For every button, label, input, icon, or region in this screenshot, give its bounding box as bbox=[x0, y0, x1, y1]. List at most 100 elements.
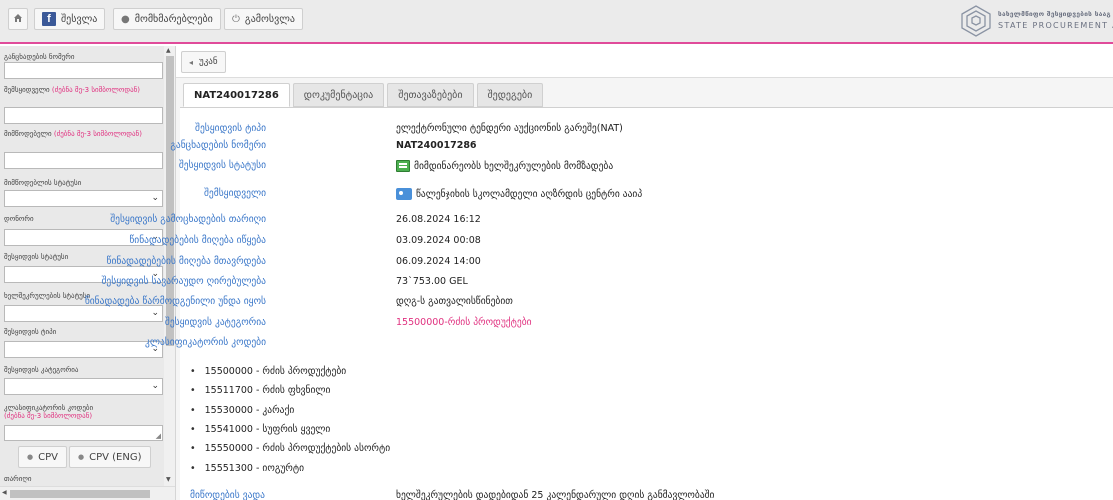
buyer-name[interactable]: წალენჯიხის სკოლამდელი აღზრდის ცენტრი ააი… bbox=[416, 189, 642, 200]
contract-status-select[interactable]: ⌄ bbox=[4, 305, 163, 322]
filter-sidebar: განცხადების ნომერი შემსყიდველი (ძებნა მე… bbox=[0, 46, 176, 500]
dot-icon: ● bbox=[27, 453, 34, 461]
resize-handle-icon[interactable]: ◢ bbox=[156, 432, 161, 440]
field-label-tender-number: განცხადების ნომერი bbox=[4, 53, 75, 61]
logo-english-text: STATE PROCUREMENT AGE bbox=[998, 21, 1113, 30]
category-select[interactable]: ⌄ bbox=[4, 378, 163, 395]
field-label-supplier-status: მიმწოდებლის სტატუსი bbox=[4, 179, 82, 187]
buyer-input[interactable] bbox=[4, 107, 163, 124]
field-label-date: თარიღი bbox=[4, 475, 32, 483]
detail-label: შესყიდვის სტატუსი bbox=[178, 160, 266, 171]
detail-label: შესყიდვის ტიპი bbox=[195, 123, 266, 134]
supplier-status-select[interactable]: ⌄ bbox=[4, 190, 163, 207]
logout-button[interactable]: ⏻ გამოსვლა bbox=[224, 8, 303, 30]
tab-documentation[interactable]: დოკუმენტაცია bbox=[292, 83, 385, 107]
detail-label: შესყიდვის სავარაუდო ღირებულება bbox=[101, 276, 267, 287]
field-label-donor: დონორი bbox=[4, 215, 34, 223]
detail-row: შესყიდვის სტატუსი მიმდინარეობს ხელშეკრულ… bbox=[178, 160, 940, 176]
login-label: შესვლა bbox=[61, 13, 98, 25]
detail-label: განცხადების ნომერი bbox=[170, 140, 266, 151]
classifier-codes-textarea[interactable]: ◢ bbox=[4, 425, 163, 441]
cpv-code-list: 15500000 - რძის პროდუქტები 15511700 - რძ… bbox=[190, 362, 391, 478]
chevron-down-icon: ⌄ bbox=[151, 308, 159, 318]
users-button[interactable]: ● მომხმარებლები bbox=[113, 8, 221, 30]
detail-value: NAT240017286 bbox=[396, 140, 477, 151]
detail-value[interactable]: 15500000-რძის პროდუქტები bbox=[396, 317, 532, 328]
field-label-category: შესყიდვის კატეგორია bbox=[4, 366, 79, 374]
scroll-up-icon[interactable]: ▲ bbox=[166, 47, 171, 54]
detail-label: კლასიფიკატორის კოდები bbox=[145, 337, 266, 348]
login-button[interactable]: f შესვლა bbox=[34, 8, 106, 30]
detail-row: განცხადების ნომერი NAT240017286 bbox=[170, 140, 940, 156]
detail-label: შემსყიდველი bbox=[204, 188, 266, 199]
tender-type-select[interactable]: ⌄ bbox=[4, 341, 163, 358]
list-item: 15541000 - სუფრის ყველი bbox=[190, 420, 390, 439]
detail-value: წალენჯიხის სკოლამდელი აღზრდის ცენტრი ააი… bbox=[396, 188, 642, 200]
agency-logo-icon bbox=[961, 5, 991, 37]
detail-row: წინადადებების მიღება იწყება 03.09.2024 0… bbox=[129, 235, 940, 251]
detail-row: შესყიდვის სავარაუდო ღირებულება 73`753.00… bbox=[102, 276, 940, 292]
home-button[interactable] bbox=[8, 8, 28, 30]
cpv-eng-button[interactable]: ● CPV (ENG) bbox=[69, 446, 151, 468]
chevron-down-icon: ⌄ bbox=[151, 193, 159, 203]
detail-label: წინადადებების მიღება იწყება bbox=[129, 235, 266, 246]
scrollbar-thumb[interactable] bbox=[10, 490, 150, 498]
organization-icon bbox=[396, 188, 412, 200]
detail-label: წინადადება წარმოდგენილი უნდა იყოს bbox=[84, 296, 266, 307]
detail-label: მიწოდების ვადა bbox=[190, 490, 265, 500]
detail-value: 03.09.2024 00:08 bbox=[396, 235, 481, 246]
supplier-input[interactable] bbox=[4, 152, 163, 169]
list-item: 15550000 - რძის პროდუქტების ასორტი bbox=[190, 439, 391, 458]
tab-tender-number[interactable]: NAT240017286 bbox=[183, 83, 290, 107]
detail-value: 06.09.2024 14:00 bbox=[396, 256, 481, 267]
detail-value: 26.08.2024 16:12 bbox=[396, 214, 481, 225]
logo-georgian-text: სახელმწიფო შესყიდვების სააგ bbox=[998, 10, 1111, 18]
detail-row: კლასიფიკატორის კოდები bbox=[145, 337, 940, 353]
detail-row: შესყიდვის ტიპი ელექტრონული ტენდერი აუქცი… bbox=[180, 123, 940, 139]
detail-label: წინადადებების მიღება მთავრდება bbox=[106, 256, 266, 267]
power-icon: ⏻ bbox=[232, 13, 240, 25]
detail-value: დღგ-ს გათვალისწინებით bbox=[396, 296, 513, 307]
tab-offers[interactable]: შეთავაზებები bbox=[387, 83, 474, 107]
field-label-tender-type: შესყიდვის ტიპი bbox=[4, 328, 57, 336]
tender-number-input[interactable] bbox=[4, 62, 163, 79]
search-hint: (ძებნა მე-3 სიმბოლოდან) bbox=[53, 130, 142, 138]
field-label-classifier-codes: კლასიფიკატორის კოდები (ძებნა მე-3 სიმბოლ… bbox=[4, 404, 94, 420]
field-label-tender-status: შესყიდვის სტატუსი bbox=[4, 253, 69, 261]
chevron-down-icon: ⌄ bbox=[151, 381, 159, 391]
scroll-down-icon[interactable]: ▼ bbox=[166, 476, 171, 483]
tender-tabs: NAT240017286 დოკუმენტაცია შეთავაზებები შ… bbox=[183, 83, 546, 107]
detail-value: მიმდინარეობს ხელშეკრულების მომზადება bbox=[396, 160, 613, 172]
search-hint: (ძებნა მე-3 სიმბოლოდან) bbox=[4, 412, 93, 420]
back-label: უკან bbox=[199, 57, 218, 67]
detail-label: შესყიდვის გამოცხადების თარიღი bbox=[110, 214, 266, 225]
detail-row: წინადადება წარმოდგენილი უნდა იყოს დღგ-ს … bbox=[85, 296, 940, 312]
back-button[interactable]: ◂ უკან bbox=[181, 51, 226, 73]
detail-row: შესყიდვის კატეგორია 15500000-რძის პროდუქ… bbox=[165, 317, 940, 333]
detail-row: შემსყიდველი წალენჯიხის სკოლამდელი აღზრდი… bbox=[180, 188, 940, 204]
list-item: 15500000 - რძის პროდუქტები bbox=[190, 362, 390, 381]
status-icon bbox=[396, 160, 410, 172]
field-label-supplier: მიმწოდებელი (ძებნა მე-3 სიმბოლოდან) bbox=[4, 130, 142, 138]
list-item: 15551300 - იოგურტი bbox=[190, 458, 390, 477]
cpv-button[interactable]: ● CPV bbox=[18, 446, 67, 468]
list-item: 15511700 - რძის ფხვნილი bbox=[190, 381, 390, 400]
detail-value: 73`753.00 GEL bbox=[396, 276, 468, 287]
list-item: 15530000 - კარაქი bbox=[190, 401, 390, 420]
agency-logo: სახელმწიფო შესყიდვების სააგ STATE PROCUR… bbox=[958, 2, 1113, 38]
logout-label: გამოსვლა bbox=[244, 13, 295, 25]
chevron-left-icon: ◂ bbox=[189, 57, 194, 67]
scroll-left-icon[interactable]: ◀ bbox=[2, 489, 7, 496]
detail-value: ელექტრონული ტენდერი აუქციონის გარეშე(NAT… bbox=[396, 123, 623, 134]
detail-value: ხელშეკრულების დადებიდან 25 კალენდარული დ… bbox=[396, 490, 715, 500]
user-icon: ● bbox=[121, 13, 130, 25]
tab-results[interactable]: შედეგები bbox=[476, 83, 544, 107]
cpv-label: CPV bbox=[38, 451, 58, 463]
search-hint: (ძებნა მე-3 სიმბოლოდან) bbox=[51, 86, 141, 94]
detail-row: წინადადებების მიღება მთავრდება 06.09.202… bbox=[107, 256, 940, 272]
detail-label: შესყიდვის კატეგორია bbox=[164, 317, 266, 328]
users-label: მომხმარებლები bbox=[134, 13, 213, 25]
field-label-buyer: შემსყიდველი (ძებნა მე-3 სიმბოლოდან) bbox=[4, 86, 141, 94]
detail-row: შესყიდვის გამოცხადების თარიღი 26.08.2024… bbox=[110, 214, 940, 230]
sidebar-horizontal-scrollbar[interactable]: ◀ ▶ bbox=[0, 486, 175, 500]
